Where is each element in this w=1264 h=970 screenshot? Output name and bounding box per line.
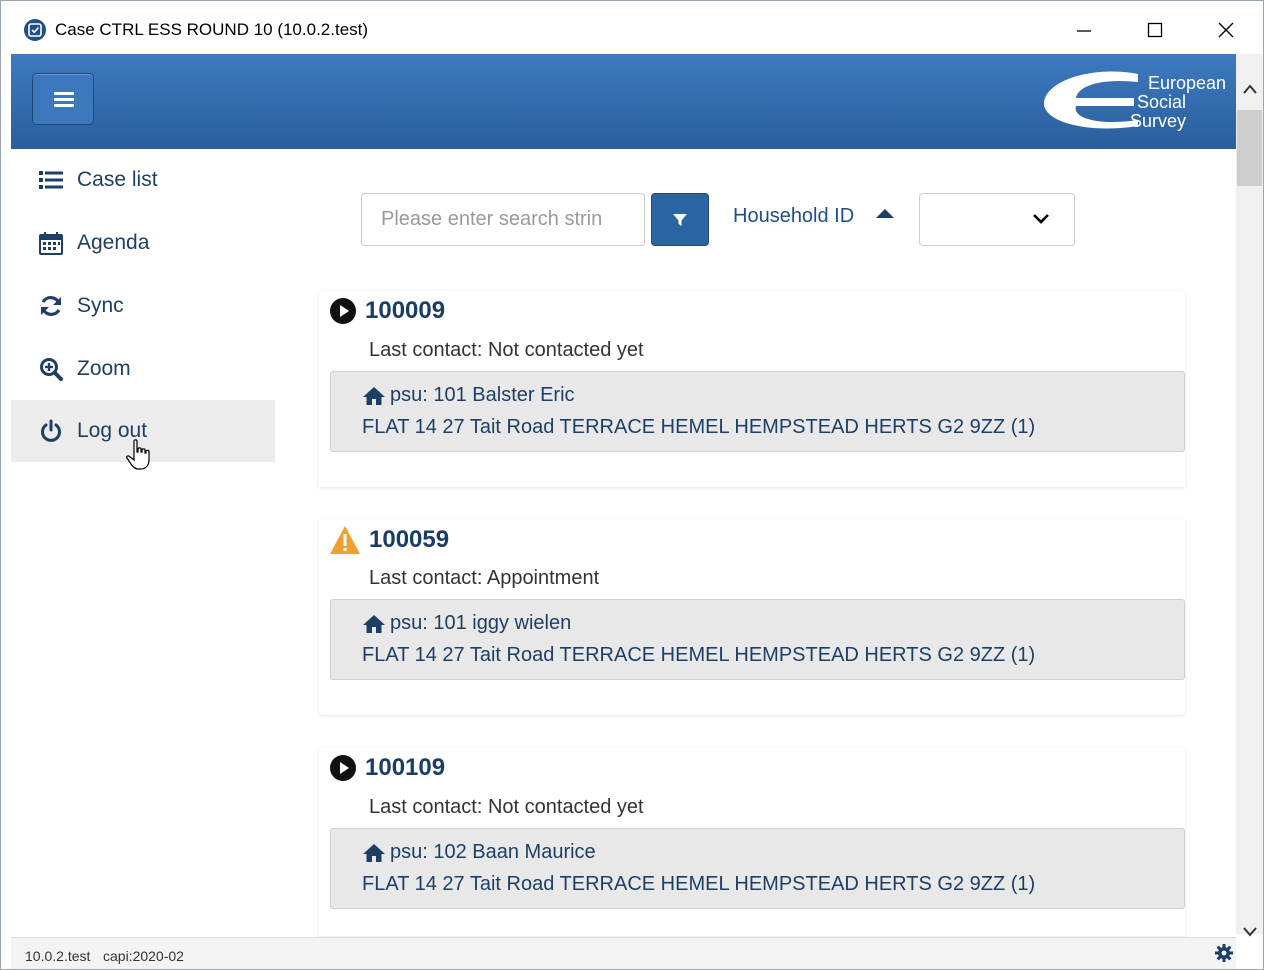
maximize-button[interactable]	[1140, 15, 1170, 45]
close-icon	[1218, 22, 1234, 38]
home-icon	[363, 843, 385, 862]
case-id[interactable]: 100109	[365, 754, 445, 782]
case-card[interactable]: 100009 Last contact: Not contacted yet p…	[319, 291, 1185, 487]
title-bar: Case CTRL ESS ROUND 10 (10.0.2.test)	[1, 1, 1263, 54]
power-icon	[39, 417, 67, 445]
hand-pointer-cursor-icon	[126, 439, 150, 470]
scroll-down-button[interactable]	[1236, 920, 1263, 944]
window-title: Case CTRL ESS ROUND 10 (10.0.2.test)	[55, 20, 369, 39]
ess-logo: European Social Survey	[1038, 68, 1230, 134]
case-address-box: psu: 102 Baan Maurice FLAT 14 27 Tait Ro…	[330, 828, 1185, 909]
hamburger-line	[54, 104, 74, 107]
case-psu-line: psu: 101 Balster Eric	[362, 384, 575, 407]
filter-button[interactable]	[651, 193, 709, 246]
hamburger-menu-button[interactable]	[32, 73, 94, 125]
close-button[interactable]	[1211, 15, 1241, 45]
logo-line: European	[1147, 73, 1227, 93]
calendar-icon	[39, 229, 67, 257]
sidebar-item-zoom[interactable]: Zoom	[11, 338, 275, 400]
case-address: FLAT 14 27 Tait Road TERRACE HEMEL HEMPS…	[362, 873, 1036, 895]
case-header: 100009	[329, 297, 445, 325]
sidebar-item-case-list[interactable]: Case list	[11, 149, 275, 211]
sidebar-item-agenda[interactable]: Agenda	[11, 212, 275, 274]
case-psu: psu: 102 Baan Maurice	[390, 841, 596, 863]
maximize-icon	[1147, 22, 1163, 38]
play-circle-icon	[330, 755, 356, 781]
scroll-up-button[interactable]	[1236, 76, 1263, 102]
play-circle-icon	[330, 298, 356, 324]
hamburger-line	[54, 98, 74, 101]
minimize-button[interactable]	[1069, 15, 1099, 45]
case-psu: psu: 101 iggy wielen	[390, 612, 572, 634]
chevron-up-icon	[1242, 84, 1257, 94]
logo-line: Survey	[1130, 111, 1187, 131]
hamburger-line	[54, 92, 74, 95]
filter-icon	[673, 213, 687, 226]
sync-icon	[39, 292, 67, 320]
sidebar-item-label: Sync	[77, 294, 124, 317]
sort-select-dropdown[interactable]	[919, 193, 1075, 246]
sidebar: Case list Agenda Sync Zoom Log out	[11, 149, 275, 939]
case-card[interactable]: 100059 Last contact: Appointment psu: 10…	[319, 519, 1185, 715]
warning-icon	[330, 526, 360, 554]
version-label: 10.0.2.test	[25, 948, 91, 964]
sidebar-item-label: Agenda	[77, 231, 150, 254]
sidebar-item-sync[interactable]: Sync	[11, 275, 275, 337]
case-psu-line: psu: 101 iggy wielen	[362, 612, 571, 635]
chevron-down-icon	[1242, 927, 1257, 937]
status-bar: 10.0.2.test capi:2020-02	[11, 937, 1236, 969]
case-address: FLAT 14 27 Tait Road TERRACE HEMEL HEMPS…	[362, 644, 1036, 666]
capi-label: capi:2020-02	[103, 948, 184, 964]
case-header: 100059	[329, 525, 449, 555]
app-header: European Social Survey	[11, 54, 1236, 149]
chevron-down-icon	[1033, 214, 1049, 224]
minimize-icon	[1077, 30, 1091, 32]
sort-label-household-id[interactable]: Household ID	[733, 205, 854, 228]
case-header: 100109	[329, 754, 445, 782]
caret-up-icon[interactable]	[875, 207, 895, 219]
case-card[interactable]: 100109 Last contact: Not contacted yet p…	[319, 748, 1185, 936]
ess-logo-text: European Social Survey	[1130, 74, 1226, 131]
app-window: Case CTRL ESS ROUND 10 (10.0.2.test) Eur…	[0, 0, 1264, 970]
sidebar-item-label: Case list	[77, 168, 158, 191]
list-icon	[39, 166, 67, 194]
case-psu: psu: 101 Balster Eric	[390, 384, 575, 406]
app-icon	[24, 19, 46, 41]
case-address: FLAT 14 27 Tait Road TERRACE HEMEL HEMPS…	[362, 416, 1036, 438]
case-id[interactable]: 100009	[365, 297, 445, 325]
home-icon	[363, 614, 385, 633]
vertical-scrollbar[interactable]	[1236, 54, 1263, 937]
case-id[interactable]: 100059	[369, 526, 449, 554]
scrollbar-thumb[interactable]	[1237, 110, 1262, 186]
case-last-contact: Last contact: Not contacted yet	[369, 796, 644, 818]
case-last-contact: Last contact: Not contacted yet	[369, 339, 644, 361]
case-address-box: psu: 101 iggy wielen FLAT 14 27 Tait Roa…	[330, 599, 1185, 680]
zoom-in-icon	[39, 355, 67, 383]
sidebar-item-label: Zoom	[77, 357, 131, 380]
gear-icon[interactable]	[1215, 944, 1233, 962]
case-psu-line: psu: 102 Baan Maurice	[362, 841, 596, 864]
home-icon	[363, 386, 385, 405]
search-input[interactable]: Please enter search strin	[361, 193, 645, 246]
case-last-contact: Last contact: Appointment	[369, 567, 600, 589]
logo-line: Social	[1137, 92, 1187, 112]
case-address-box: psu: 101 Balster Eric FLAT 14 27 Tait Ro…	[330, 371, 1185, 452]
